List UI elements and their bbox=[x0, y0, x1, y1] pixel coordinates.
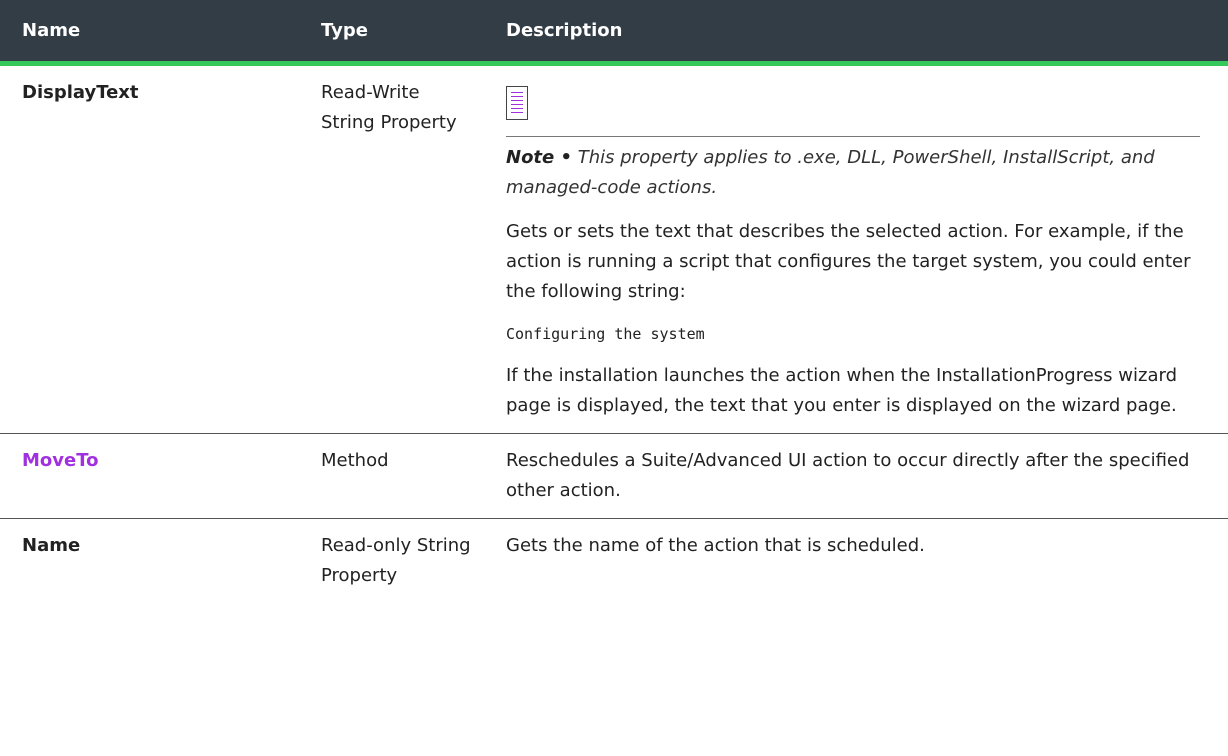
note-icon-container bbox=[506, 78, 1200, 137]
row-type: Read-only String Property bbox=[321, 535, 471, 586]
row-type: Method bbox=[299, 433, 484, 519]
row-description: Gets the name of the action that is sche… bbox=[506, 535, 925, 556]
table-row: Name Read-only String Property Gets the … bbox=[0, 519, 1228, 604]
row-name-cell: DisplayText bbox=[0, 63, 299, 434]
table-row: DisplayText Read-Write String Property N… bbox=[0, 63, 1228, 434]
description-paragraph: Gets or sets the text that describes the… bbox=[506, 221, 1191, 302]
row-name-cell: MoveTo bbox=[0, 433, 299, 519]
header-name: Name bbox=[0, 0, 299, 66]
header-type: Type bbox=[299, 0, 484, 66]
properties-table: Name Type Description DisplayText Read-W… bbox=[0, 0, 1228, 603]
row-description: Reschedules a Suite/Advanced UI action t… bbox=[484, 433, 1228, 519]
note-text: Note • This property applies to .exe, DL… bbox=[506, 143, 1220, 203]
row-name: DisplayText bbox=[22, 82, 139, 103]
row-description-cell: Note • This property applies to .exe, DL… bbox=[484, 63, 1228, 434]
row-type: Read-Write String Property bbox=[299, 63, 484, 434]
note-body: This property applies to .exe, DLL, Powe… bbox=[506, 147, 1155, 198]
row-name-cell: Name bbox=[0, 519, 299, 604]
moveto-link[interactable]: MoveTo bbox=[22, 450, 98, 471]
table-header-row: Name Type Description bbox=[0, 0, 1228, 66]
note-label: Note • bbox=[506, 147, 573, 168]
code-sample: Configuring the system bbox=[506, 325, 705, 343]
note-icon bbox=[506, 86, 528, 120]
header-description: Description bbox=[484, 0, 1228, 66]
description-paragraph: If the installation launches the action … bbox=[506, 365, 1177, 416]
row-name: Name bbox=[22, 535, 81, 556]
table-row: MoveTo Method Reschedules a Suite/Advanc… bbox=[0, 433, 1228, 519]
